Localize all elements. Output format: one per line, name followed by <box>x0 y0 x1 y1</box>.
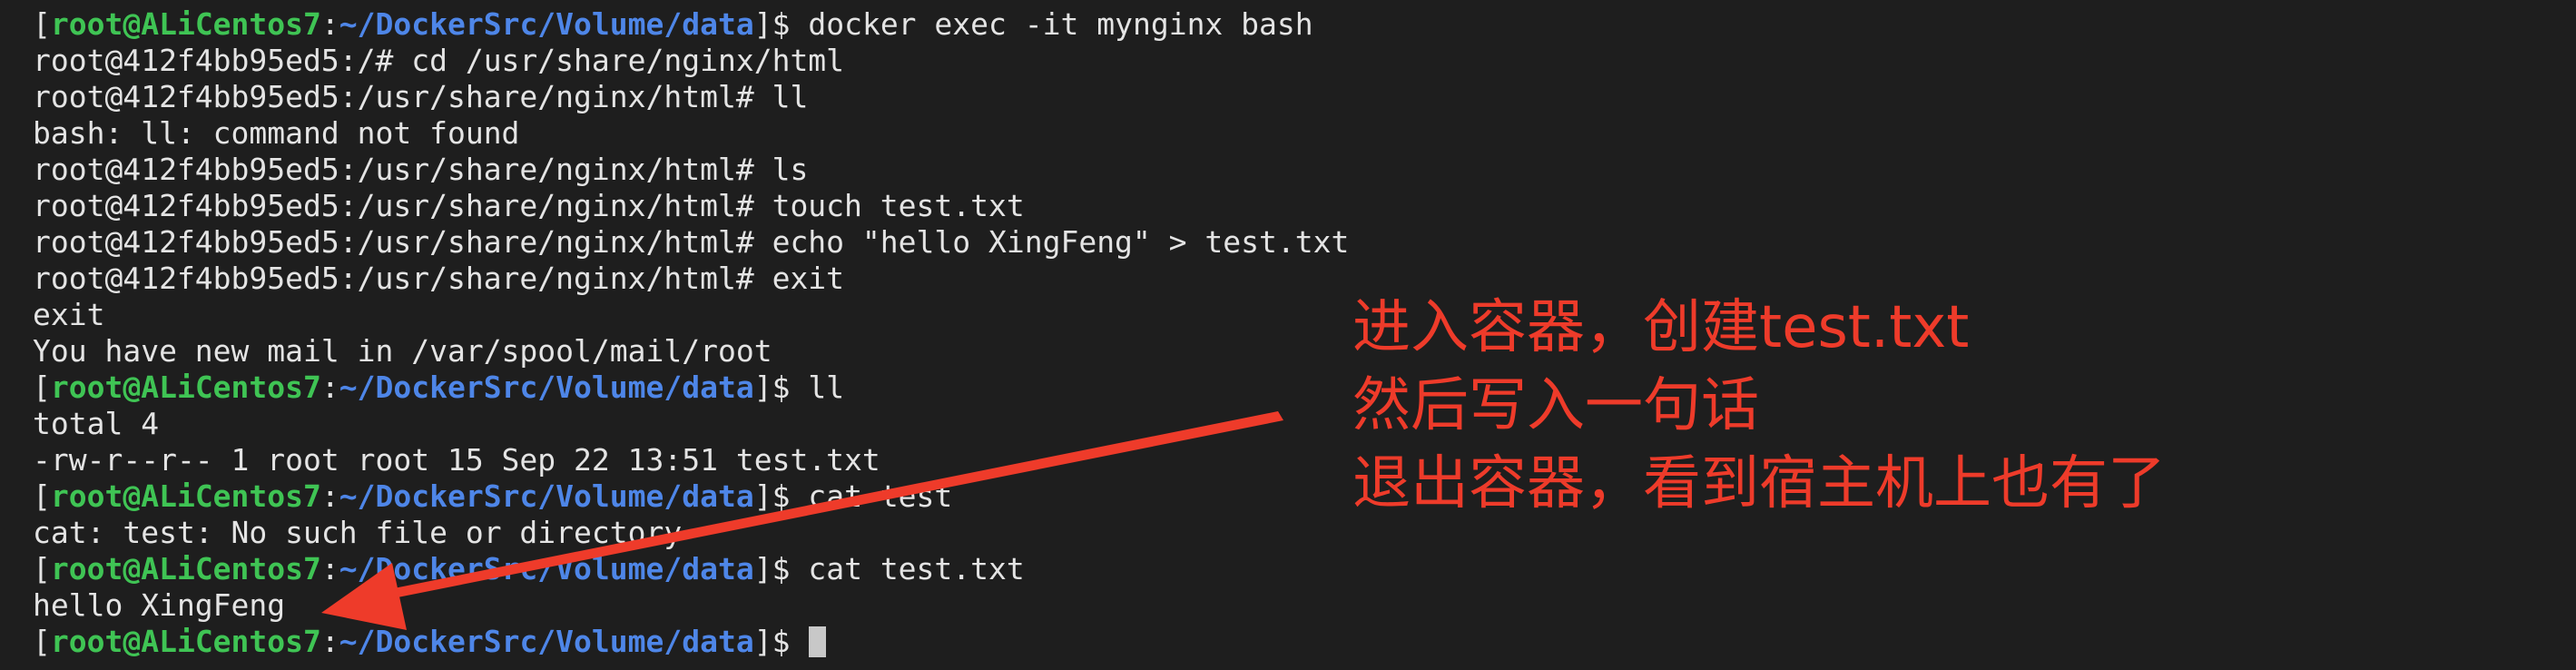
output-line: bash: ll: command not found <box>33 115 1349 152</box>
output-line: You have new mail in /var/spool/mail/roo… <box>33 333 1349 369</box>
prompt-colon: : <box>320 624 339 659</box>
host-prompt-line: [root@ALiCentos7:~/DockerSrc/Volume/data… <box>33 6 1349 43</box>
prompt-open-bracket: [ <box>33 369 51 405</box>
prompt-colon: : <box>320 551 339 586</box>
annotation-note: 进入容器，创建test.txt 然后写入一句话 退出容器，看到宿主机上也有了 <box>1352 289 2166 523</box>
output-text: root@412f4bb95ed5:/usr/share/nginx/html#… <box>33 79 809 114</box>
prompt-path: ~/DockerSrc/Volume/data <box>339 551 754 586</box>
host-prompt-line: [root@ALiCentos7:~/DockerSrc/Volume/data… <box>33 478 1349 515</box>
output-text: hello XingFeng <box>33 587 286 623</box>
output-line: cat: test: No such file or directory <box>33 515 1349 551</box>
prompt-close-bracket: ]$ <box>753 478 809 514</box>
output-line: exit <box>33 297 1349 333</box>
prompt-open-bracket: [ <box>33 551 51 586</box>
prompt-open-bracket: [ <box>33 6 51 42</box>
terminal-output: [root@ALiCentos7:~/DockerSrc/Volume/data… <box>33 6 1349 660</box>
prompt-colon: : <box>320 478 339 514</box>
output-text: root@412f4bb95ed5:/usr/share/nginx/html#… <box>33 224 1350 260</box>
prompt-user-host: root@ALiCentos7 <box>50 478 321 514</box>
host-prompt-line: [root@ALiCentos7:~/DockerSrc/Volume/data… <box>33 369 1349 406</box>
prompt-close-bracket: ]$ <box>753 369 809 405</box>
output-text: root@412f4bb95ed5:/usr/share/nginx/html#… <box>33 188 1025 223</box>
prompt-user-host: root@ALiCentos7 <box>50 551 321 586</box>
command-text: docker exec -it mynginx bash <box>808 6 1313 42</box>
output-line: root@412f4bb95ed5:/# cd /usr/share/nginx… <box>33 43 1349 79</box>
prompt-open-bracket: [ <box>33 624 51 659</box>
output-line: total 4 <box>33 406 1349 442</box>
output-line: -rw-r--r-- 1 root root 15 Sep 22 13:51 t… <box>33 442 1349 478</box>
output-text: root@412f4bb95ed5:/# cd /usr/share/nginx… <box>33 43 845 78</box>
output-line: root@412f4bb95ed5:/usr/share/nginx/html#… <box>33 152 1349 188</box>
host-prompt-line: [root@ALiCentos7:~/DockerSrc/Volume/data… <box>33 624 1349 660</box>
host-prompt-line: [root@ALiCentos7:~/DockerSrc/Volume/data… <box>33 551 1349 587</box>
prompt-path: ~/DockerSrc/Volume/data <box>339 6 754 42</box>
command-text: cat test.txt <box>808 551 1025 586</box>
output-text: bash: ll: command not found <box>33 115 520 151</box>
output-text: You have new mail in /var/spool/mail/roo… <box>33 333 772 369</box>
output-text: total 4 <box>33 406 160 441</box>
prompt-colon: : <box>320 6 339 42</box>
annotation-line: 进入容器，创建test.txt <box>1352 294 1970 361</box>
output-line: root@412f4bb95ed5:/usr/share/nginx/html#… <box>33 224 1349 261</box>
output-text: exit <box>33 297 105 332</box>
output-line: hello XingFeng <box>33 587 1349 624</box>
prompt-colon: : <box>320 369 339 405</box>
output-text: -rw-r--r-- 1 root root 15 Sep 22 13:51 t… <box>33 442 880 478</box>
terminal-window[interactable]: [root@ALiCentos7:~/DockerSrc/Volume/data… <box>0 0 2576 670</box>
output-line: root@412f4bb95ed5:/usr/share/nginx/html#… <box>33 79 1349 115</box>
text-cursor[interactable] <box>809 626 827 657</box>
output-text: root@412f4bb95ed5:/usr/share/nginx/html#… <box>33 152 809 187</box>
prompt-path: ~/DockerSrc/Volume/data <box>339 478 754 514</box>
command-text: ll <box>808 369 845 405</box>
command-text: cat test <box>808 478 953 514</box>
prompt-user-host: root@ALiCentos7 <box>50 624 321 659</box>
output-line: root@412f4bb95ed5:/usr/share/nginx/html#… <box>33 261 1349 297</box>
prompt-close-bracket: ]$ <box>753 6 809 42</box>
prompt-path: ~/DockerSrc/Volume/data <box>339 624 754 659</box>
prompt-open-bracket: [ <box>33 478 51 514</box>
output-text: cat: test: No such file or directory <box>33 515 683 550</box>
annotation-line: 退出容器，看到宿主机上也有了 <box>1352 450 2166 517</box>
output-line: root@412f4bb95ed5:/usr/share/nginx/html#… <box>33 188 1349 224</box>
prompt-user-host: root@ALiCentos7 <box>50 6 321 42</box>
output-text: root@412f4bb95ed5:/usr/share/nginx/html#… <box>33 261 845 296</box>
annotation-line: 然后写入一句话 <box>1352 372 1759 439</box>
prompt-user-host: root@ALiCentos7 <box>50 369 321 405</box>
prompt-close-bracket: ]$ <box>753 551 809 586</box>
prompt-path: ~/DockerSrc/Volume/data <box>339 369 754 405</box>
prompt-close-bracket: ]$ <box>753 624 809 659</box>
